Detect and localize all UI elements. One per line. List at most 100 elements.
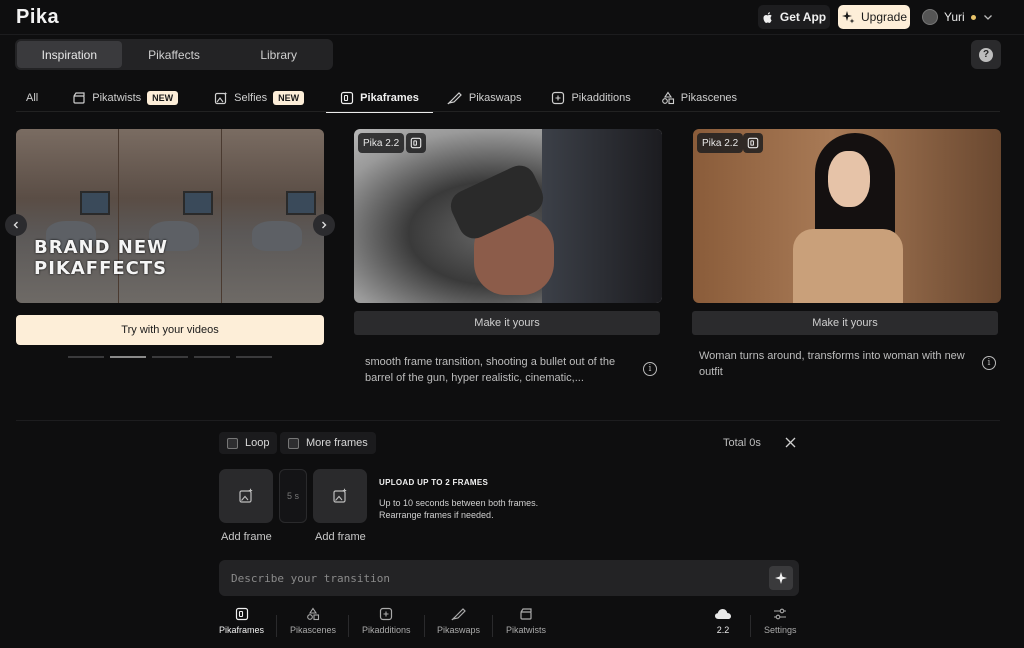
- prompt-bar: [219, 560, 799, 596]
- new-badge: NEW: [147, 91, 179, 105]
- tab-selfies[interactable]: Selfies NEW: [208, 84, 310, 112]
- tab-library[interactable]: Library: [226, 41, 331, 68]
- upgrade-label: Upgrade: [860, 10, 908, 24]
- view-switcher: Inspiration Pikaffects Library: [15, 39, 333, 70]
- bottom-nav-pikascenes[interactable]: Pikascenes: [290, 607, 336, 635]
- nav-separator: [424, 615, 425, 637]
- add-image-icon: [332, 488, 348, 504]
- settings-label: Settings: [764, 625, 797, 635]
- bottom-nav-pikadditions[interactable]: Pikadditions: [362, 607, 411, 635]
- bottom-nav-label: Pikaframes: [219, 625, 265, 635]
- nav-separator: [750, 615, 751, 637]
- nav-separator: [348, 615, 349, 637]
- card-description: smooth frame transition, shooting a bull…: [365, 356, 616, 384]
- frame-gap-duration[interactable]: 5 s: [279, 469, 307, 523]
- total-duration: Total 0s: [723, 437, 761, 449]
- carousel-dot[interactable]: [152, 356, 188, 358]
- help-button[interactable]: ?: [971, 40, 1001, 69]
- carousel-prev-button[interactable]: [5, 214, 27, 236]
- image-sparkle-icon: [214, 91, 228, 105]
- add-frame-icon: [551, 91, 565, 105]
- prompt-input[interactable]: [231, 569, 751, 587]
- tab-label: Pikaframes: [360, 92, 419, 104]
- tab-inspiration[interactable]: Inspiration: [17, 41, 122, 68]
- settings-button[interactable]: Settings: [764, 607, 797, 635]
- sparkle-icon: [774, 571, 788, 585]
- bottom-nav-pikaswaps[interactable]: Pikaswaps: [437, 607, 480, 635]
- tab-label: Pikadditions: [571, 92, 631, 104]
- make-it-yours-button[interactable]: Make it yours: [354, 311, 660, 335]
- add-frame-2-button[interactable]: [313, 469, 367, 523]
- brush-icon: [447, 91, 463, 105]
- tab-label: Pikaswaps: [468, 92, 522, 104]
- tab-pikadditions[interactable]: Pikadditions: [545, 84, 636, 112]
- new-badge: NEW: [273, 91, 305, 105]
- more-frames-checkbox[interactable]: [288, 437, 299, 449]
- tab-pikascenes[interactable]: Pikascenes: [655, 84, 743, 112]
- carousel-dot[interactable]: [110, 356, 146, 358]
- hero-title: BRAND NEW PIKAFFECTS: [34, 237, 168, 279]
- make-it-yours-button[interactable]: Make it yours: [692, 311, 998, 335]
- shapes-icon: [661, 91, 675, 105]
- user-name: Yuri: [944, 10, 965, 24]
- loop-toggle[interactable]: Loop: [219, 432, 278, 454]
- carousel-dot[interactable]: [194, 356, 230, 358]
- more-frames-label: More frames: [306, 437, 368, 449]
- info-icon[interactable]: i: [982, 356, 996, 370]
- clapper-icon: [72, 91, 86, 105]
- apple-icon: [762, 11, 774, 24]
- bottom-nav-pikatwists[interactable]: Pikatwists: [506, 607, 546, 635]
- model-chip: Pika 2.2: [697, 133, 744, 153]
- info-icon[interactable]: i: [643, 362, 657, 376]
- sparkle-icon: [841, 10, 855, 24]
- generate-button[interactable]: [769, 566, 793, 590]
- frames-icon: [340, 91, 354, 105]
- close-icon[interactable]: [784, 436, 797, 449]
- cloud-icon: [714, 607, 732, 621]
- chevron-right-icon: [319, 220, 329, 230]
- frames-icon: [406, 133, 426, 153]
- upload-title: UPLOAD UP TO 2 FRAMES: [379, 478, 489, 487]
- more-frames-toggle[interactable]: More frames: [280, 432, 376, 454]
- carousel-next-button[interactable]: [313, 214, 335, 236]
- frames-icon: [743, 133, 763, 153]
- clapper-icon: [519, 607, 533, 621]
- add-image-icon: [238, 488, 254, 504]
- carousel-dot[interactable]: [68, 356, 104, 358]
- tab-pikaffects[interactable]: Pikaffects: [122, 41, 227, 68]
- example-video-gun[interactable]: Pika 2.2: [354, 129, 662, 303]
- upgrade-button[interactable]: Upgrade: [838, 5, 910, 29]
- upload-instructions: Up to 10 seconds between both frames. Re…: [379, 498, 539, 520]
- model-version-label: 2.2: [716, 625, 730, 635]
- frames-icon: [235, 607, 249, 621]
- add-frame-icon: [379, 607, 393, 621]
- nav-separator: [492, 615, 493, 637]
- loop-checkbox[interactable]: [227, 437, 238, 449]
- carousel-dot[interactable]: [236, 356, 272, 358]
- example-video-woman[interactable]: Pika 2.2: [693, 129, 1001, 303]
- tab-pikaswaps[interactable]: Pikaswaps: [441, 84, 528, 112]
- loop-label: Loop: [245, 437, 270, 449]
- bottom-nav-label: Pikatwists: [506, 625, 547, 635]
- tab-pikaframes[interactable]: Pikaframes: [326, 84, 433, 113]
- chevron-down-icon: [982, 11, 994, 23]
- bottom-nav-pikaframes[interactable]: Pikaframes: [219, 607, 264, 635]
- tab-label: Selfies: [234, 92, 268, 104]
- tab-pikatwists[interactable]: Pikatwists NEW: [66, 84, 184, 112]
- shapes-icon: [306, 607, 320, 621]
- user-menu[interactable]: Yuri: [922, 5, 994, 29]
- try-with-videos-button[interactable]: Try with your videos: [16, 315, 324, 345]
- tab-label: Pikascenes: [680, 92, 738, 104]
- category-tabs: All Pikatwists NEW Selfies NEW Pikaframe…: [16, 84, 743, 113]
- avatar: [922, 9, 938, 25]
- section-divider: [16, 420, 1000, 421]
- get-app-button[interactable]: Get App: [758, 5, 830, 29]
- add-frame-1-button[interactable]: [219, 469, 273, 523]
- pika-logo[interactable]: Pika: [16, 6, 59, 29]
- tab-all[interactable]: All: [16, 84, 52, 112]
- brush-icon: [450, 607, 467, 621]
- bottom-nav-label: Pikadditions: [362, 625, 411, 635]
- model-version-button[interactable]: 2.2: [714, 607, 732, 635]
- header-divider: [0, 34, 1024, 35]
- nav-separator: [276, 615, 277, 637]
